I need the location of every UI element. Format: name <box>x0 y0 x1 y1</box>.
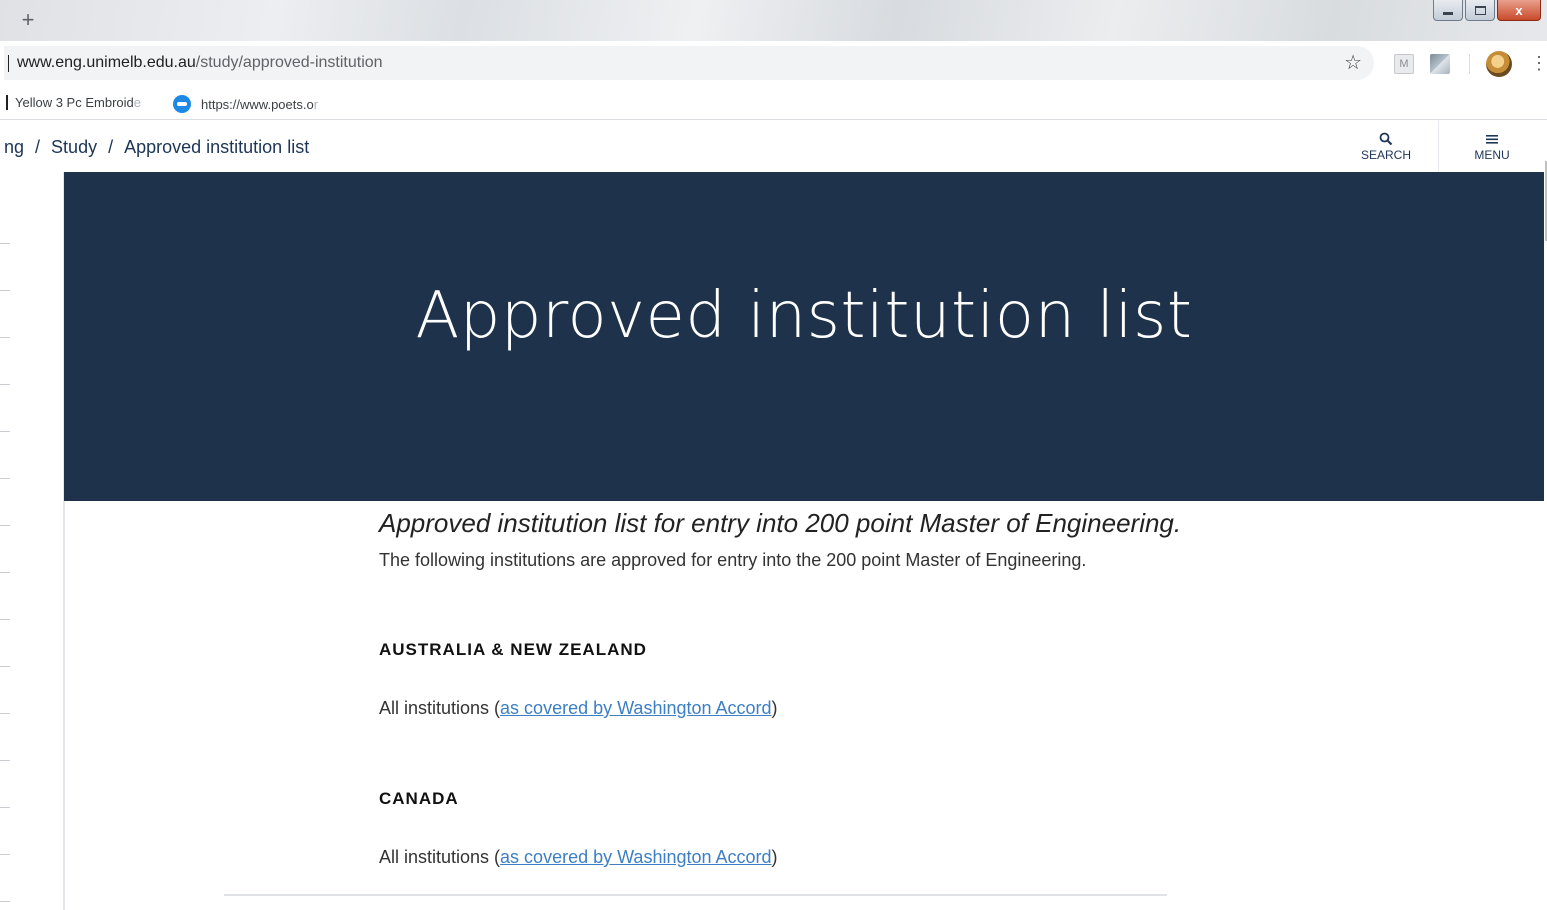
maximize-button[interactable] <box>1465 0 1495 21</box>
breadcrumb-engineering-link[interactable]: ng <box>4 137 24 157</box>
search-icon <box>1356 132 1416 148</box>
address-bar[interactable]: www.eng.unimelb.edu.au/study/approved-in… <box>4 46 1374 80</box>
text-after-link: ) <box>771 698 778 718</box>
window-controls: x <box>1433 0 1541 21</box>
toolbar-separator <box>1469 54 1470 74</box>
washington-accord-link[interactable]: as covered by Washington Accord <box>500 847 771 867</box>
region-heading-canada: CANADA <box>379 789 459 808</box>
profile-avatar[interactable] <box>1486 51 1512 77</box>
bookmark-label-fade: r <box>313 96 319 112</box>
menu-label: MENU <box>1474 148 1510 162</box>
tick-mark <box>0 619 10 620</box>
search-label: SEARCH <box>1360 148 1411 162</box>
tick-mark <box>0 337 10 338</box>
intro-text: The following institutions are approved … <box>379 550 1087 570</box>
tick-mark <box>0 384 10 385</box>
hero-banner: Approved institution list <box>64 172 1544 501</box>
tab-strip: + x <box>0 0 1547 41</box>
tick-mark <box>0 243 10 244</box>
browser-menu-icon[interactable]: ⋮ <box>1530 52 1547 74</box>
tick-mark <box>0 525 10 526</box>
region-text: All institutions (as covered by Washingt… <box>379 698 778 719</box>
bookmark-label: Yellow 3 Pc Embroid <box>15 95 134 110</box>
breadcrumb: ng / Study / Approved institution list <box>4 137 309 158</box>
poets-favicon-icon <box>173 95 191 113</box>
menu-button[interactable]: MENU <box>1462 132 1522 162</box>
breadcrumb-study-link[interactable]: Study <box>51 137 97 157</box>
url-text[interactable]: www.eng.unimelb.edu.au/study/approved-in… <box>17 54 383 72</box>
bookmark-star-icon[interactable]: ☆ <box>1344 50 1362 75</box>
bookmark-item[interactable]: Yellow 3 Pc Embroid e <box>6 95 141 110</box>
tick-mark <box>0 431 10 432</box>
tick-mark <box>0 760 10 761</box>
browser-toolbar: www.eng.unimelb.edu.au/study/approved-in… <box>0 41 1547 87</box>
content-divider <box>224 894 1167 896</box>
url-host: www.eng.unimelb.edu.au <box>17 54 196 71</box>
new-tab-button[interactable]: + <box>18 8 38 32</box>
breadcrumb-current[interactable]: Approved institution list <box>124 137 309 157</box>
tick-mark <box>0 478 10 479</box>
extension-image-icon[interactable] <box>1430 54 1450 74</box>
text-before-link: All institutions ( <box>379 698 501 718</box>
tick-mark <box>0 713 10 714</box>
url-path: /study/approved-institution <box>195 54 383 71</box>
page-title: Approved institution list <box>415 279 1193 353</box>
tick-mark <box>0 572 10 573</box>
breadcrumb-separator: / <box>35 137 41 157</box>
extension-m-icon[interactable]: M <box>1394 54 1414 74</box>
washington-accord-link[interactable]: as covered by Washington Accord <box>500 698 771 718</box>
bookmark-favicon <box>6 95 8 110</box>
hamburger-menu-icon <box>1462 132 1522 148</box>
bookmark-item[interactable]: https://www.poets.o r <box>173 95 318 113</box>
bookmarks-bar: Yellow 3 Pc Embroid e https://www.poets.o… <box>0 87 1547 120</box>
tick-mark <box>0 290 10 291</box>
tick-mark <box>0 807 10 808</box>
maximize-icon <box>1474 5 1486 15</box>
site-navbar: ng / Study / Approved institution list SEARC… <box>0 121 1547 172</box>
tick-mark <box>0 901 10 902</box>
tick-mark <box>0 854 10 855</box>
lead-text: Approved institution list for entry into… <box>379 508 1182 538</box>
close-icon: x <box>1515 2 1523 18</box>
bookmark-label-fade: e <box>133 95 141 110</box>
close-window-button[interactable]: x <box>1497 0 1541 21</box>
search-button[interactable]: SEARCH <box>1356 132 1416 162</box>
bookmark-label: https://www.poets.o <box>201 96 314 112</box>
navbar-divider <box>1438 121 1439 172</box>
web-page: ng / Study / Approved institution list SEARC… <box>0 121 1547 910</box>
region-text: All institutions (as covered by Washingt… <box>379 847 778 868</box>
breadcrumb-separator: / <box>108 137 114 157</box>
text-after-link: ) <box>771 847 778 867</box>
tick-mark <box>0 666 10 667</box>
minimize-button[interactable] <box>1433 0 1463 21</box>
minimize-icon <box>1443 12 1453 15</box>
text-before-link: All institutions ( <box>379 847 501 867</box>
region-heading-australia-nz: AUSTRALIA & NEW ZEALAND <box>379 640 647 659</box>
text-caret <box>8 55 9 72</box>
